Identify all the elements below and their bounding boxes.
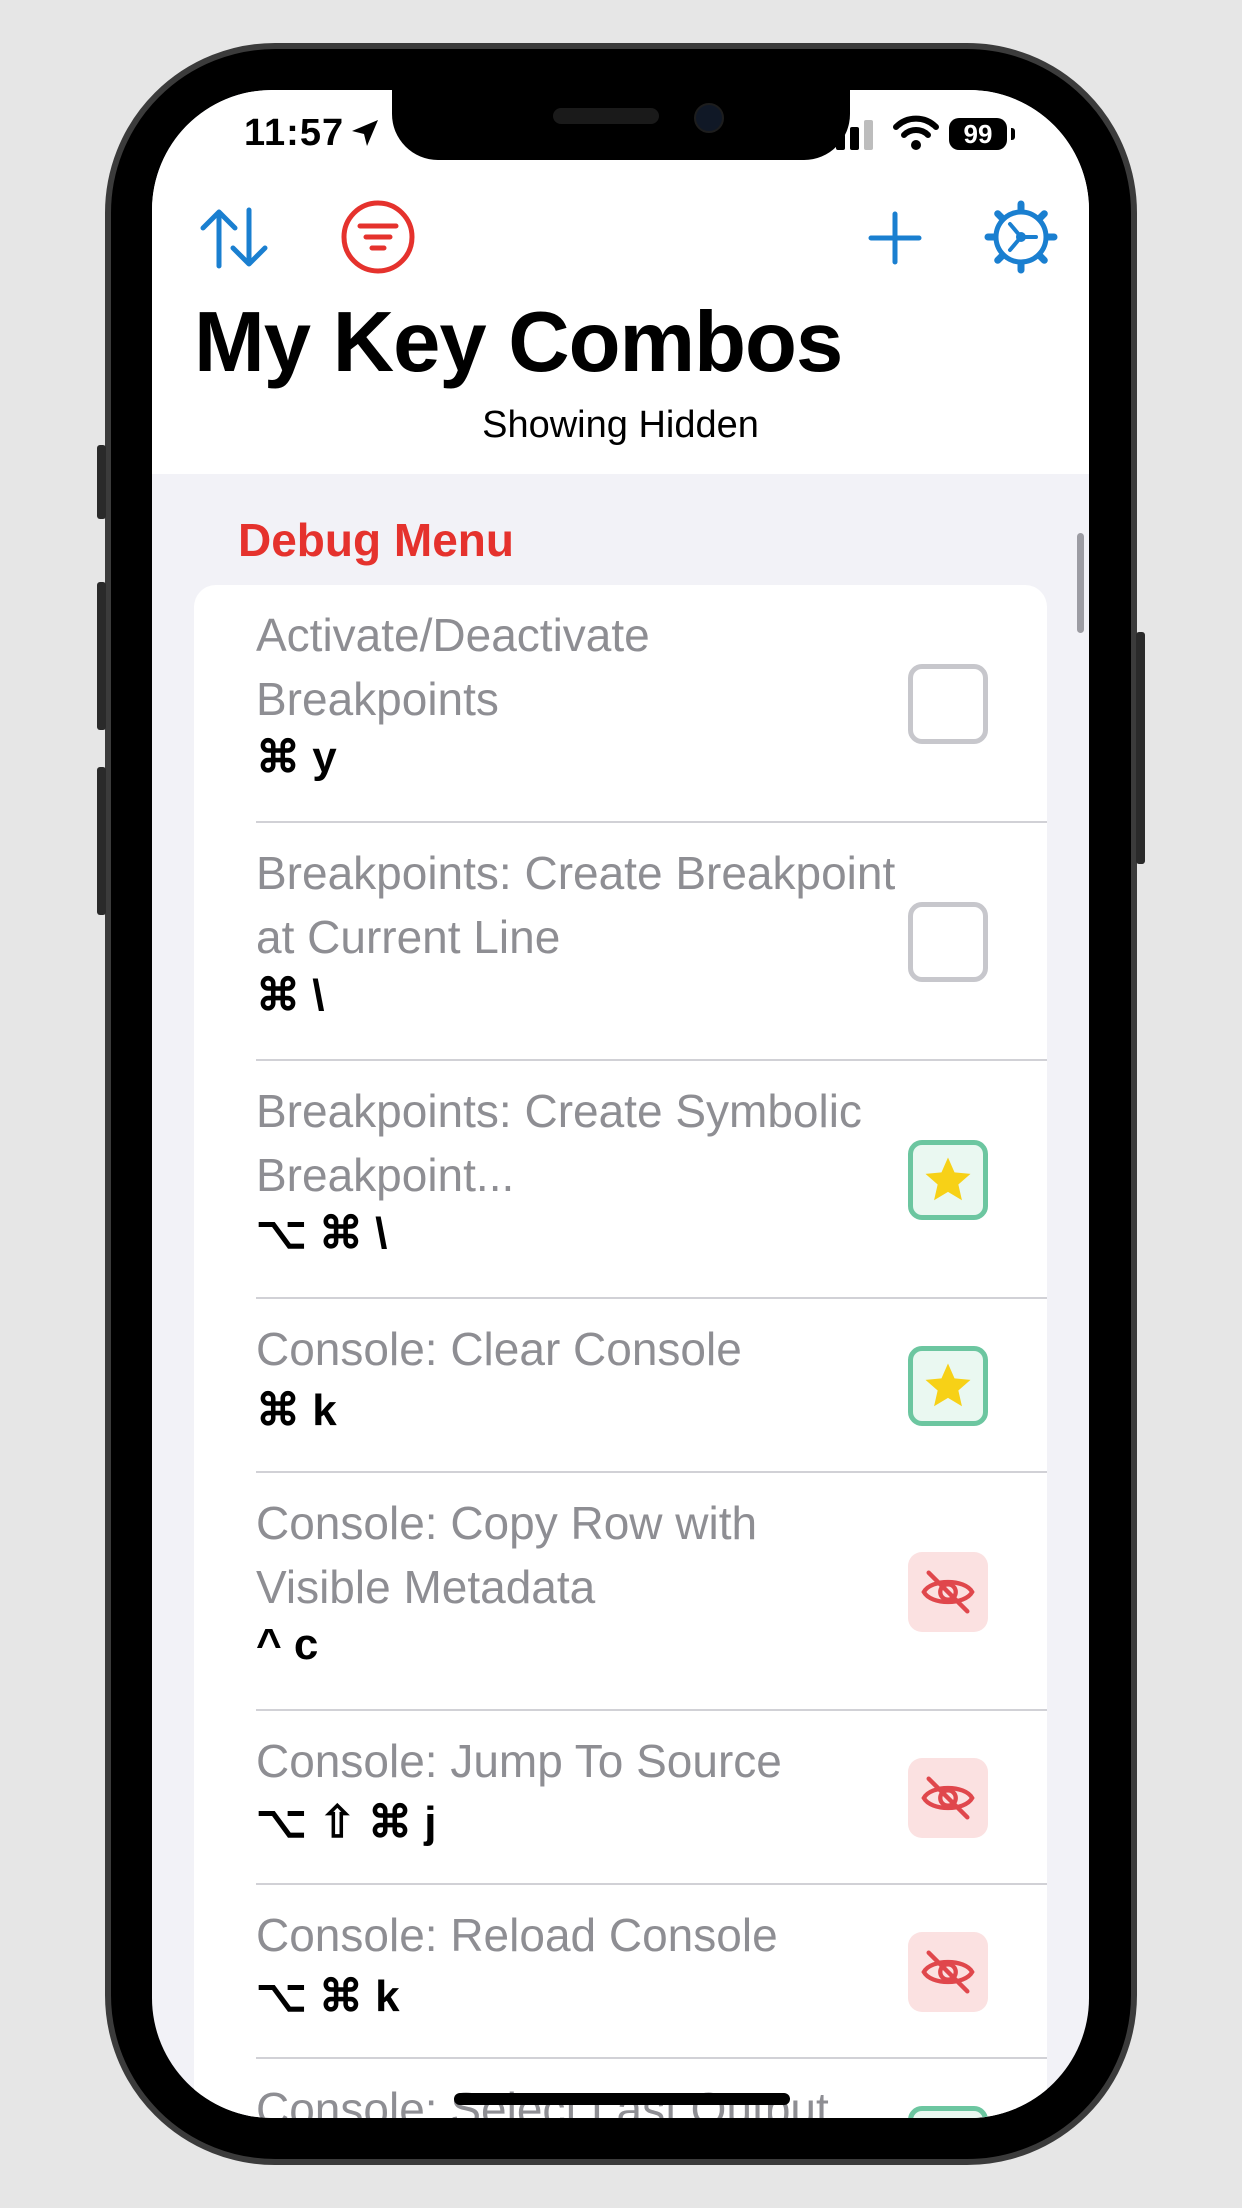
combo-keys: ⌘ \ — [256, 971, 325, 1020]
checkbox[interactable] — [908, 902, 988, 982]
action-button — [97, 445, 106, 519]
combo-name: Breakpoints: Create Breakpoint at Curren… — [256, 847, 896, 963]
plus-icon[interactable] — [855, 198, 935, 278]
battery-indicator: 99 — [949, 118, 1007, 150]
section-header: Debug Menu — [238, 514, 514, 566]
scroll-indicator[interactable] — [1077, 533, 1084, 633]
power-button — [1136, 632, 1145, 864]
combo-name: Activate/Deactivate Breakpoints — [256, 609, 650, 725]
filter-icon[interactable] — [338, 197, 418, 277]
favorite-star-icon[interactable] — [908, 1346, 988, 1426]
battery-tip — [1011, 128, 1015, 140]
app-screen: 11:57 99 My Key Combos Showing Hidden De… — [152, 90, 1089, 2118]
list-item[interactable]: Console: Clear Console ⌘ k — [194, 1299, 1047, 1473]
front-camera — [694, 103, 724, 133]
list-item[interactable]: Breakpoints: Create Symbolic Breakpoint.… — [194, 1061, 1047, 1299]
home-indicator[interactable] — [454, 2093, 790, 2105]
volume-down-button — [97, 767, 106, 915]
notch — [392, 90, 850, 160]
combo-name: Console: Copy Row with Visible Metadata — [256, 1497, 758, 1613]
list-item[interactable]: Breakpoints: Create Breakpoint at Curren… — [194, 823, 1047, 1061]
wifi-icon — [893, 115, 939, 156]
list-item[interactable]: Console: Copy Row with Visible Metadata … — [194, 1473, 1047, 1711]
combo-keys: ⌥ ⌘ k — [256, 1972, 400, 2021]
hidden-eye-slash-icon[interactable] — [908, 1758, 988, 1838]
list-item[interactable]: Console: Reload Console ⌥ ⌘ k — [194, 1885, 1047, 2059]
checkbox[interactable] — [908, 664, 988, 744]
combo-keys: ⌥ ⌘ \ — [256, 1209, 388, 1258]
favorite-star-icon[interactable] — [908, 2106, 988, 2118]
combo-keys: ⌘ y — [256, 733, 337, 782]
volume-up-button — [97, 582, 106, 730]
combo-keys: ⌥ ⇧ ⌘ j — [256, 1798, 437, 1847]
page-title: My Key Combos — [194, 295, 843, 390]
sort-arrows-icon[interactable] — [194, 198, 274, 278]
hidden-eye-slash-icon[interactable] — [908, 1932, 988, 2012]
location-arrow-icon — [349, 117, 381, 154]
combo-name: Console: Clear Console — [256, 1323, 742, 1375]
combo-name: Console: Jump To Source — [256, 1735, 782, 1787]
list-item[interactable]: Console: Select Last Output — [194, 2059, 1047, 2118]
combo-name: Console: Reload Console — [256, 1909, 778, 1961]
combos-list: Activate/Deactivate Breakpoints ⌘ y Brea… — [194, 585, 1047, 2118]
favorite-star-icon[interactable] — [908, 1140, 988, 1220]
earpiece-speaker — [553, 108, 659, 124]
combo-name: Breakpoints: Create Symbolic Breakpoint.… — [256, 1085, 862, 1201]
status-time: 11:57 — [244, 112, 345, 154]
gear-icon[interactable] — [980, 196, 1062, 278]
page-subtitle: Showing Hidden — [482, 404, 759, 446]
combo-keys: ⌘ k — [256, 1386, 337, 1435]
list-item[interactable]: Activate/Deactivate Breakpoints ⌘ y — [194, 585, 1047, 823]
list-item[interactable]: Console: Jump To Source ⌥ ⇧ ⌘ j — [194, 1711, 1047, 1885]
combo-keys: ^ c — [256, 1620, 319, 1669]
hidden-eye-slash-icon[interactable] — [908, 1552, 988, 1632]
